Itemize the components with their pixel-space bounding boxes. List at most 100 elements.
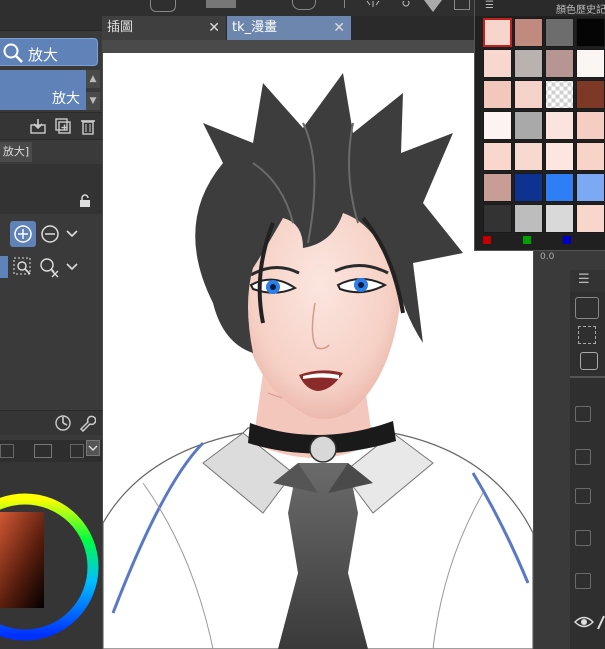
layer-select-icon[interactable] [578,326,596,344]
color-swatch[interactable] [483,18,512,47]
color-swatch[interactable] [514,173,543,202]
layer-visibility-checkbox[interactable] [575,449,591,465]
color-tab-icon[interactable] [0,444,14,458]
zoom-tool-button[interactable]: 放大 [0,38,98,66]
tab-label: 插圖 [107,20,134,35]
zoom-out-mode-button[interactable] [38,221,62,247]
chevron-down-icon[interactable] [64,221,82,247]
pointer-icon[interactable] [0,256,8,278]
color-swatch[interactable] [545,173,574,202]
zoom-rect-icon[interactable] [12,256,34,281]
rgb-indicator-row [483,235,605,247]
color-swatch[interactable] [545,142,574,171]
zoom-out-icon [40,224,60,247]
color-swatch[interactable] [576,49,605,78]
close-icon[interactable]: ✕ [333,16,345,40]
eye-icon[interactable] [574,615,594,632]
command-bar [102,0,475,16]
color-swatch[interactable] [545,204,574,233]
color-tab-icon[interactable] [70,444,84,458]
menu-icon[interactable]: ☰ [485,0,494,11]
chevron-down-icon[interactable] [64,256,80,281]
sparkle-icon[interactable] [364,0,382,10]
zoom-options-row [0,253,84,281]
zoom-in-mode-button[interactable] [10,221,36,247]
lock-icon[interactable] [78,194,92,208]
chevron-down-icon[interactable] [86,440,100,456]
redo-icon[interactable] [334,0,345,8]
color-wheel[interactable] [0,462,102,649]
settings-icon[interactable] [54,414,72,435]
color-panel-tabs [0,440,102,462]
divider [570,376,605,378]
layer-visibility-checkbox[interactable] [575,573,591,589]
character-illustration [103,73,533,649]
color-swatch[interactable] [483,80,512,109]
tab-label: tk_漫畫 [232,20,278,35]
color-swatch[interactable] [576,111,605,140]
drawing-canvas[interactable] [103,53,533,649]
layer-visibility-checkbox[interactable] [575,530,591,546]
reset-zoom-icon[interactable] [38,256,60,281]
color-swatch[interactable] [576,18,605,47]
rgb-dot [523,236,531,244]
wrench-icon[interactable] [78,414,97,435]
color-swatch[interactable] [545,111,574,140]
tool-property-footer [0,410,102,435]
search-icon [2,42,24,67]
tool-panel-header [0,0,102,31]
color-swatch[interactable] [483,173,512,202]
color-swatch[interactable] [545,80,574,109]
color-swatch[interactable] [514,111,543,140]
color-swatch[interactable] [483,111,512,140]
layer-list [570,292,605,649]
trash-icon[interactable] [79,117,97,138]
color-swatch[interactable] [576,204,605,233]
color-swatch[interactable] [514,18,543,47]
zoom-in-icon [13,224,33,247]
rgb-dot [563,236,571,244]
layer-visibility-checkbox[interactable] [575,406,591,422]
duplicate-icon[interactable] [54,117,72,138]
tab-manga[interactable]: tk_漫畫 ✕ [227,16,351,40]
color-history-panel: ☰ 顏色歷史記 [474,0,605,251]
color-swatch[interactable] [483,49,512,78]
color-swatch[interactable] [576,142,605,171]
color-swatch[interactable] [545,49,574,78]
rgb-dot [483,236,491,244]
new-layer-icon[interactable] [580,352,598,370]
color-swatch[interactable] [514,142,543,171]
coordinate-readout: 0.0 [540,252,555,262]
transform-icon[interactable] [396,0,416,10]
pen-icon[interactable] [597,614,605,633]
close-icon[interactable]: ✕ [208,16,220,40]
toolbar-icon[interactable] [206,0,236,8]
color-swatch[interactable] [483,204,512,233]
scroll-up-button[interactable]: ▲ [86,70,100,88]
color-swatch[interactable] [514,204,543,233]
subtool-actions-bar [0,112,102,140]
color-history-titlebar: ☰ 顏色歷史記 [475,0,605,16]
color-swatch[interactable] [576,80,605,109]
fill-icon[interactable] [424,0,442,12]
download-icon[interactable] [29,117,47,138]
tool-property-tab[interactable]: 放大] [0,142,32,162]
color-swatch[interactable] [576,173,605,202]
menu-icon[interactable]: ☰ [578,272,590,287]
color-swatch[interactable] [514,49,543,78]
undo-icon[interactable] [292,0,316,10]
canvas-tab-bar: 插圖 ✕ tk_漫畫 ✕ [102,16,475,40]
layer-visibility-checkbox[interactable] [575,488,591,504]
tab-illustration[interactable]: 插圖 ✕ [102,16,226,40]
layer-mode-button[interactable] [575,297,599,319]
color-swatch[interactable] [514,80,543,109]
color-wheel-panel[interactable] [0,462,102,649]
crop-icon[interactable] [454,0,470,10]
add-icon[interactable] [150,0,176,12]
subtool-item-zoom[interactable]: 放大 [0,70,86,110]
color-tab-icon[interactable] [34,444,52,458]
color-swatch[interactable] [545,18,574,47]
color-swatch[interactable] [483,142,512,171]
scroll-down-button[interactable]: ▼ [86,92,100,110]
subtool-label: 放大 [52,91,80,107]
